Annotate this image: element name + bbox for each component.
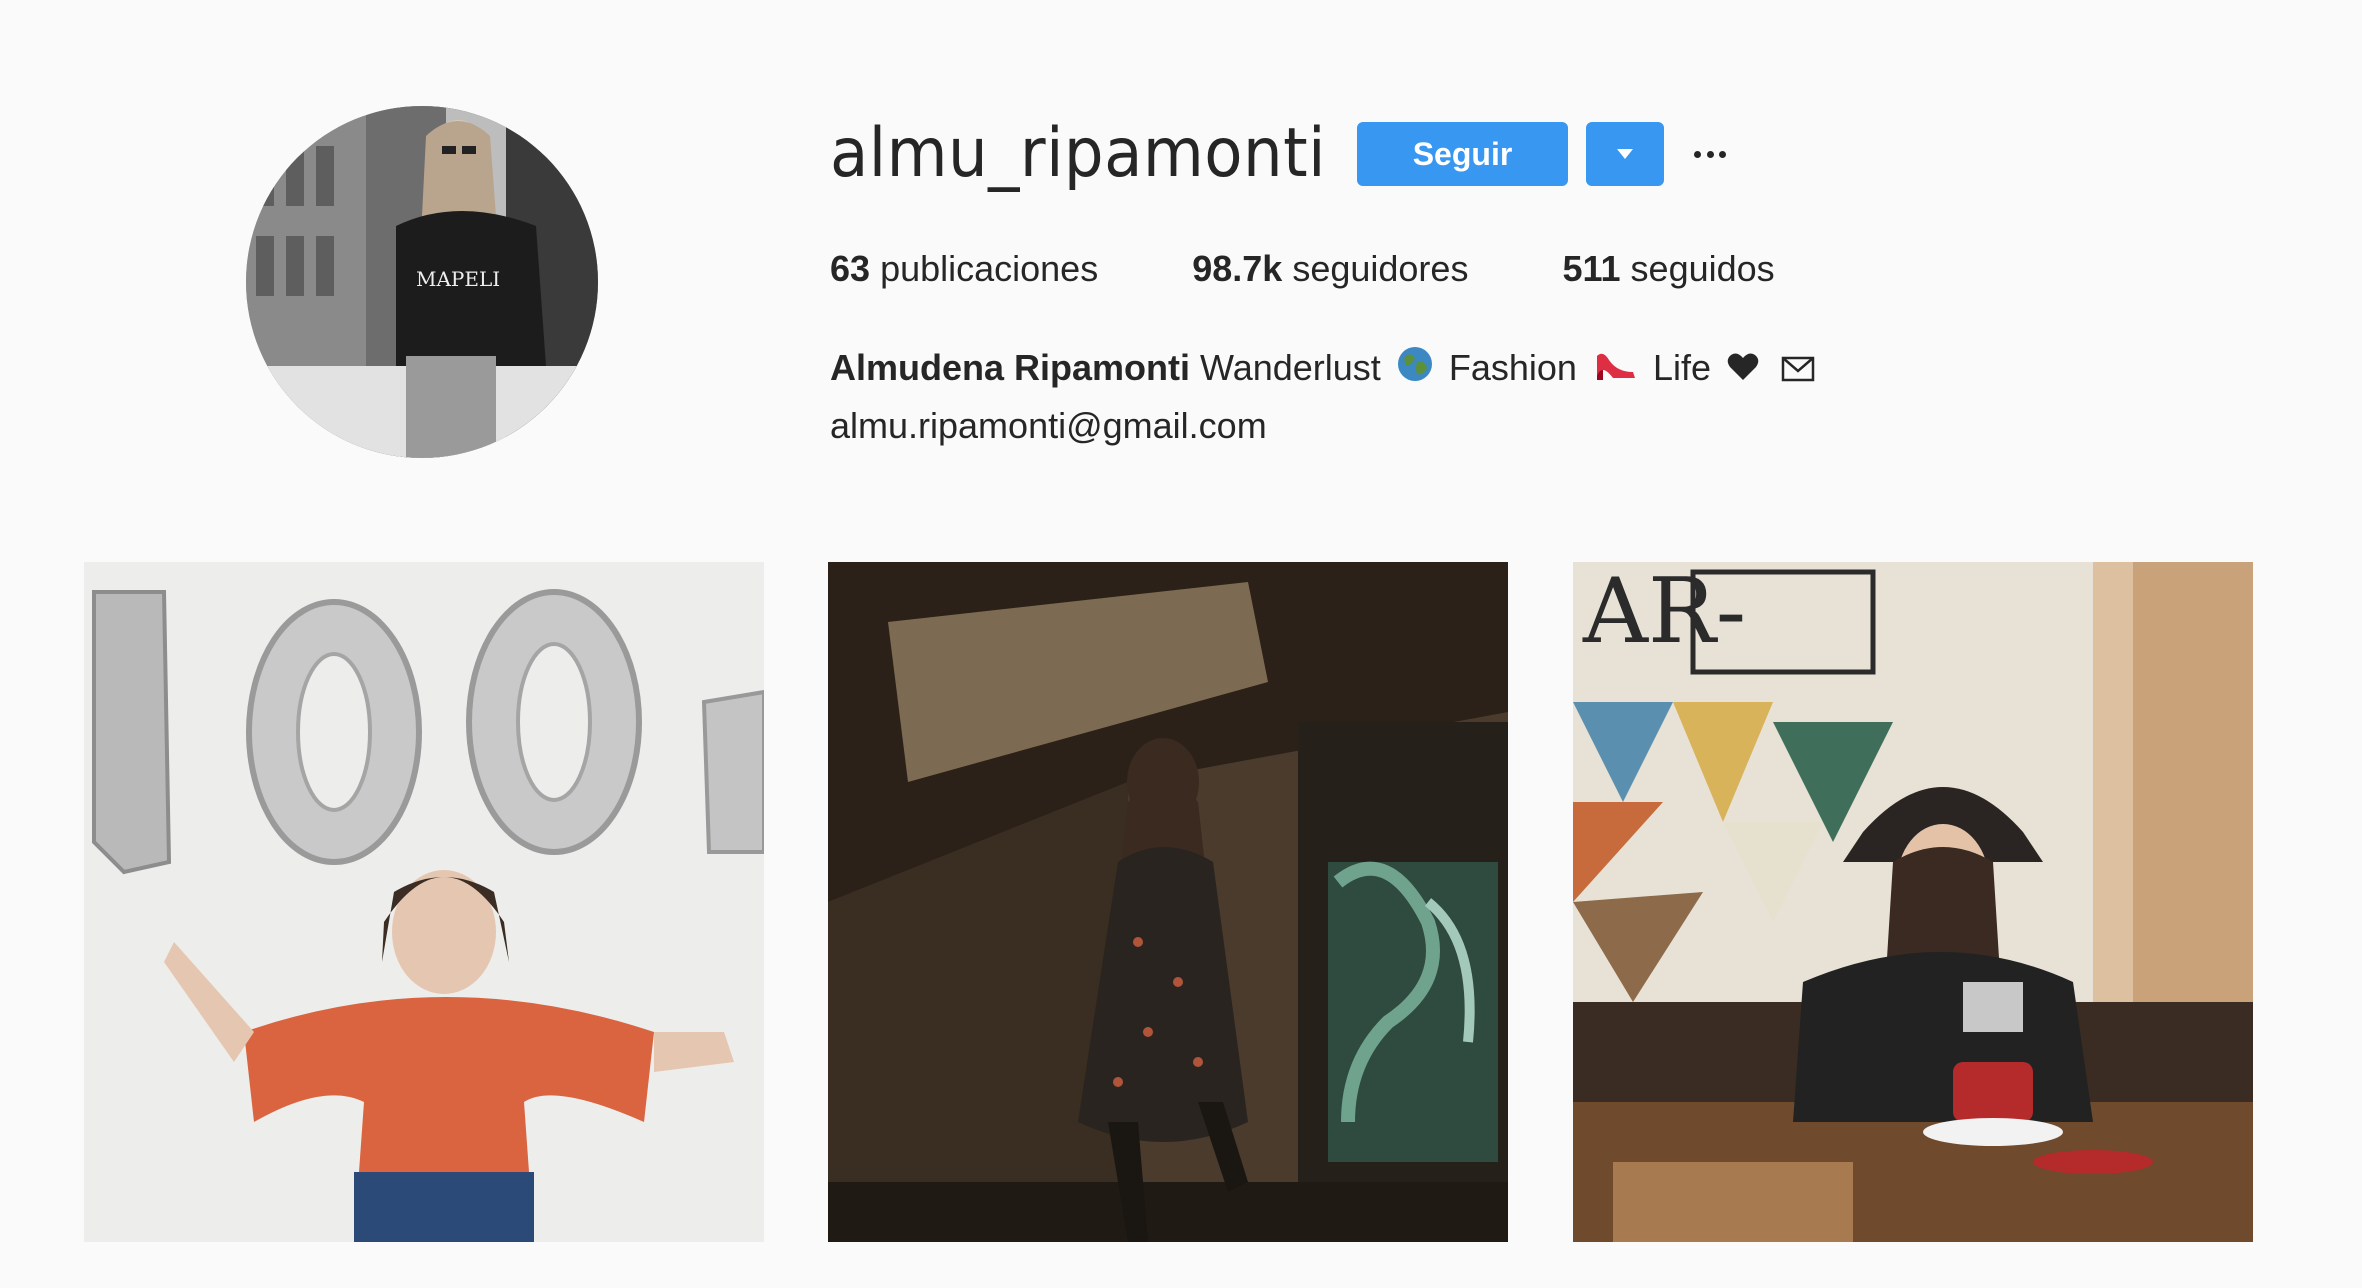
photo-balloons-100-icon [84, 562, 764, 1242]
follow-button[interactable]: Seguir [1357, 122, 1568, 186]
profile-bio: Almudena Ripamonti Wanderlust Fashion Li… [830, 340, 1821, 454]
followers-link[interactable]: 98.7k seguidores [1192, 245, 1468, 293]
more-options-button[interactable] [1690, 134, 1730, 174]
bio-word-life: Life [1652, 347, 1711, 388]
post-thumbnail-2[interactable] [828, 562, 1508, 1242]
username: almu_ripamonti [830, 114, 1326, 193]
following-count-number: 511 [1562, 248, 1621, 289]
more-options-icon-dot [1706, 150, 1714, 158]
followers-count-number: 98.7k [1192, 248, 1283, 289]
more-options-icon-dot [1719, 150, 1726, 158]
suggestions-dropdown-button[interactable] [1586, 122, 1664, 186]
posts-count-number: 63 [830, 248, 871, 289]
following-link[interactable]: 511 seguidos [1562, 245, 1774, 293]
photo-cafe-tea-icon: AR- [1573, 562, 2253, 1242]
bio-email-link[interactable]: almu.ripamonti@gmail.com [830, 398, 1821, 454]
followers-count-label: seguidores [1292, 248, 1469, 289]
chevron-down-icon [1617, 149, 1633, 159]
high-heel-icon [1593, 342, 1637, 398]
full-name: Almudena Ripamonti [830, 347, 1191, 388]
svg-text:MAPELI: MAPELI [416, 267, 500, 291]
profile-avatar[interactable]: MAPELI [246, 106, 598, 458]
heart-icon [1727, 342, 1759, 398]
post-thumbnail-1[interactable] [84, 562, 764, 1242]
more-options-icon [1694, 150, 1701, 158]
profile-photo-icon: MAPELI [246, 106, 598, 458]
bio-word-fashion: Fashion [1448, 347, 1577, 388]
svg-text:AR-: AR- [1582, 562, 1746, 664]
post-thumbnail-3[interactable]: AR- [1573, 562, 2253, 1242]
bio-line-1: Almudena Ripamonti Wanderlust Fashion Li… [830, 340, 1821, 398]
profile-stats: 63 publicaciones 98.7k seguidores 511 se… [830, 245, 1869, 293]
posts-count-label: publicaciones [880, 248, 1099, 289]
bio-word-wanderlust: Wanderlust [1200, 347, 1381, 388]
envelope-icon [1781, 342, 1815, 398]
globe-icon [1397, 342, 1433, 398]
following-count-label: seguidos [1630, 248, 1775, 289]
posts-count: 63 publicaciones [830, 245, 1098, 293]
photo-street-walk-icon [828, 562, 1508, 1242]
